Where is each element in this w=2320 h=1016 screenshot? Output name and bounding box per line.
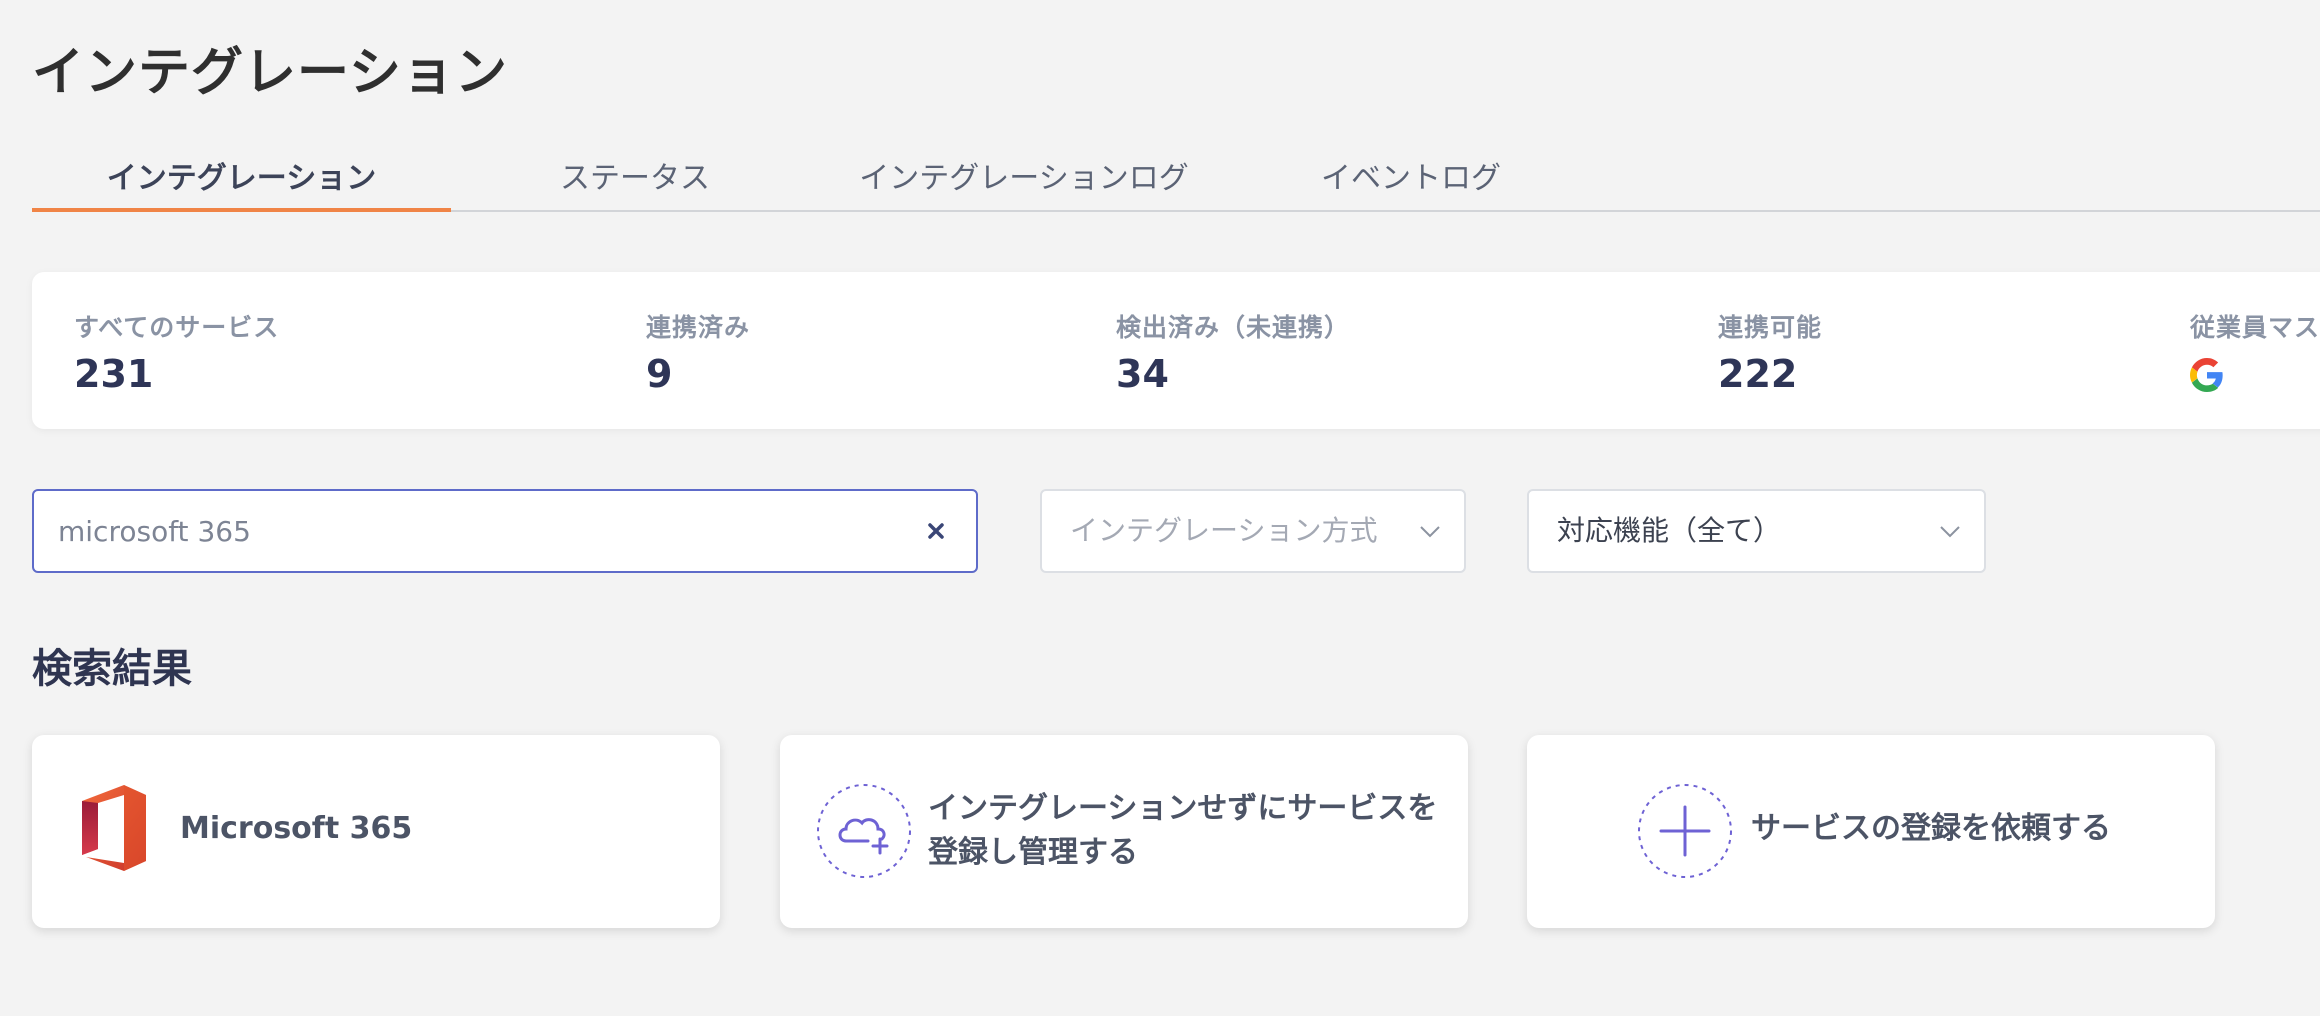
result-card-microsoft-365[interactable]: Microsoft 365 <box>32 735 720 928</box>
chevron-down-icon <box>1420 526 1440 538</box>
stat-label: すべてのサービス <box>74 313 280 342</box>
stat-value: 231 <box>74 352 154 396</box>
card-label: Microsoft 365 <box>180 811 413 846</box>
microsoft-office-icon <box>82 785 146 871</box>
tab-event-log[interactable]: イベントログ <box>1272 150 1550 210</box>
tab-integration-log[interactable]: インテグレーションログ <box>814 150 1234 210</box>
integration-method-placeholder: インテグレーション方式 <box>1070 514 1378 547</box>
supported-features-select[interactable]: 対応機能（全て） <box>1527 489 1986 573</box>
search-input[interactable] <box>58 491 878 571</box>
stat-value: 34 <box>1116 352 1169 396</box>
stat-all-services[interactable]: すべてのサービス 231 <box>74 308 279 396</box>
search-results-title: 検索結果 <box>32 646 192 692</box>
cloud-plus-icon <box>817 784 911 878</box>
google-g-icon <box>2190 358 2223 392</box>
stat-detected-unconnected[interactable]: 検出済み（未連携） 34 <box>1116 308 1350 396</box>
close-icon[interactable] <box>922 517 950 545</box>
stat-value: 9 <box>646 352 673 396</box>
stat-label: 連携可能 <box>1718 313 1823 342</box>
stat-connected[interactable]: 連携済み 9 <box>646 308 750 396</box>
integration-method-select[interactable]: インテグレーション方式 <box>1040 489 1466 573</box>
supported-features-value: 対応機能（全て） <box>1557 514 1782 547</box>
plus-icon <box>1638 784 1732 878</box>
card-label-line2: 登録し管理する <box>928 835 1138 870</box>
stat-employee-master[interactable]: 従業員マス <box>2190 308 2320 392</box>
search-box[interactable] <box>32 489 978 573</box>
stats-card: すべてのサービス 231 連携済み 9 検出済み（未連携） 34 連携可能 22… <box>32 272 2320 429</box>
stat-label: 連携済み <box>646 313 751 342</box>
page-title: インテグレーション <box>32 43 508 103</box>
result-card-register-without-integration[interactable]: インテグレーションせずにサービスを 登録し管理する <box>780 735 1468 928</box>
stat-available[interactable]: 連携可能 222 <box>1718 308 1822 396</box>
tab-integrations[interactable]: インテグレーション <box>32 150 451 212</box>
integrations-page: インテグレーション インテグレーション ステータス インテグレーションログ イベ… <box>0 0 2320 1016</box>
tab-bar: インテグレーション ステータス インテグレーションログ イベントログ <box>32 150 2320 212</box>
card-label: サービスの登録を依頼する <box>1751 811 2111 846</box>
tab-status[interactable]: ステータス <box>500 150 770 210</box>
result-card-request-service-registration[interactable]: サービスの登録を依頼する <box>1527 735 2215 928</box>
stat-value: 222 <box>1718 352 1798 396</box>
stat-label: 従業員マス <box>2190 313 2320 342</box>
card-label-line1: インテグレーションせずにサービスを <box>928 791 1438 826</box>
card-label: インテグレーションせずにサービスを 登録し管理する <box>928 787 1448 875</box>
stat-label: 検出済み（未連携） <box>1116 313 1351 342</box>
chevron-down-icon <box>1940 526 1960 538</box>
